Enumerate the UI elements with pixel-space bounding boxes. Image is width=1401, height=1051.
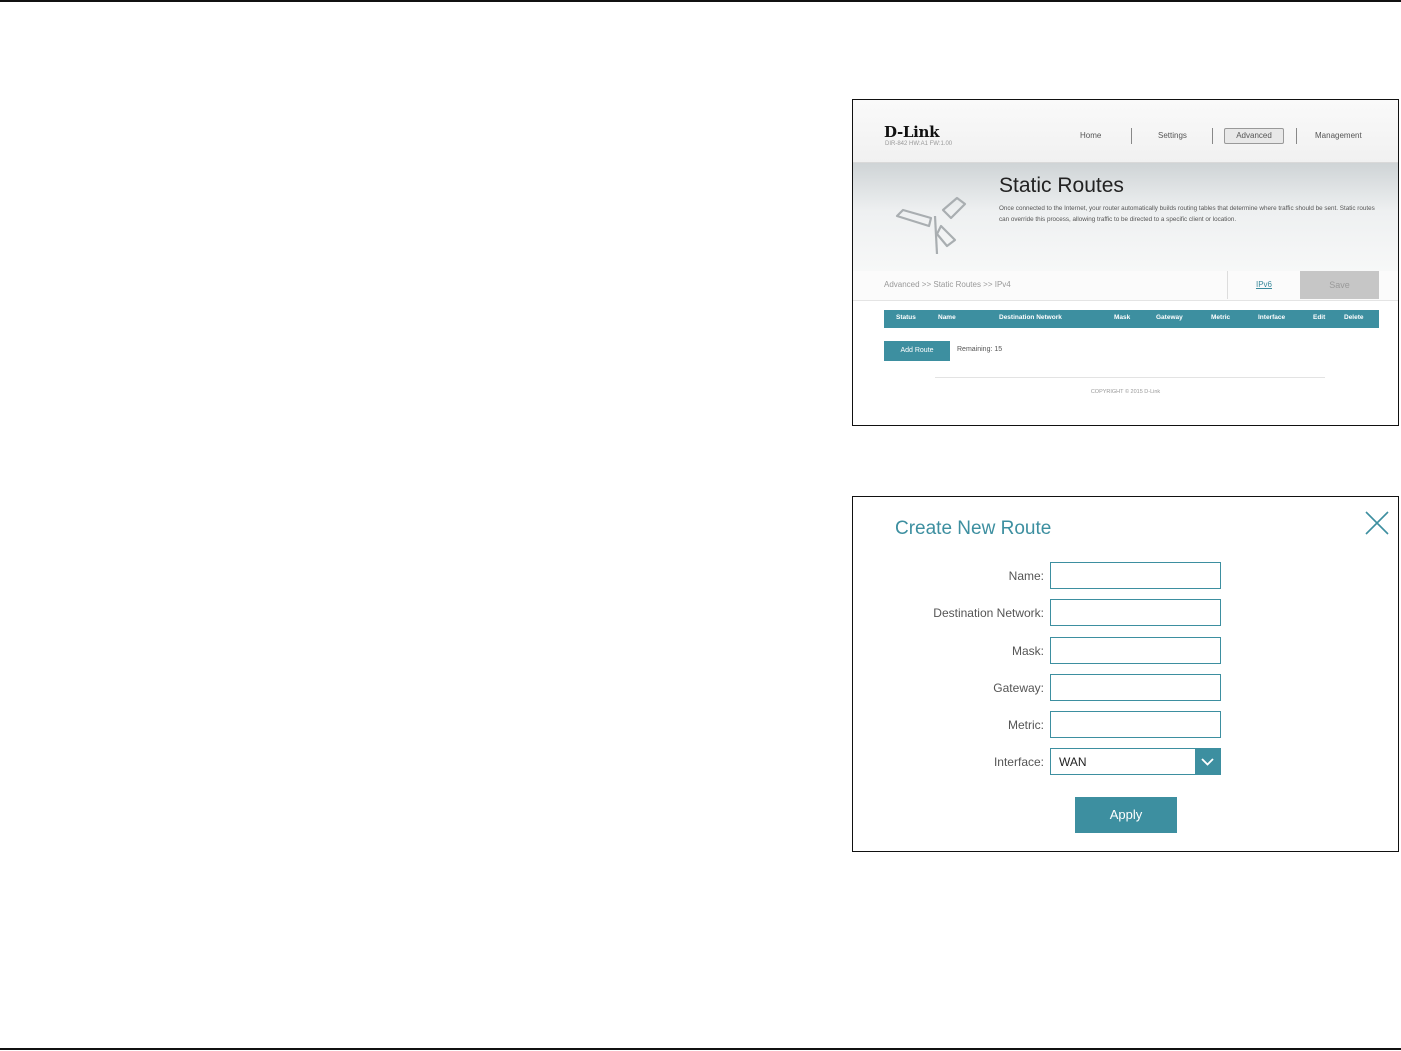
static-routes-screenshot: D-Link DIR-842 HW:A1 FW:1.00 Home Settin… bbox=[852, 99, 1399, 426]
nav-settings[interactable]: Settings bbox=[1158, 131, 1187, 140]
dialog-title: Create New Route bbox=[895, 518, 1052, 539]
create-route-dialog: Create New Route Name: Destination Netwo… bbox=[852, 496, 1399, 852]
remaining-count: Remaining: 15 bbox=[957, 346, 1003, 353]
nav-divider bbox=[1212, 128, 1213, 144]
copyright-text: COPYRIGHT © 2015 D-Link bbox=[1090, 389, 1161, 395]
save-button[interactable]: Save bbox=[1300, 271, 1379, 299]
metric-input[interactable] bbox=[1050, 711, 1221, 738]
mask-label: Mask: bbox=[1011, 644, 1044, 658]
page-description: Once connected to the Internet, your rou… bbox=[999, 205, 1375, 223]
nav-home[interactable]: Home bbox=[1080, 131, 1101, 140]
apply-button[interactable]: Apply bbox=[1075, 797, 1177, 833]
col-metric: Metric bbox=[1211, 314, 1231, 321]
close-icon[interactable] bbox=[1364, 510, 1390, 536]
mask-input[interactable] bbox=[1050, 637, 1221, 664]
model-info: DIR-842 HW:A1 FW:1.00 bbox=[885, 141, 953, 147]
gateway-label: Gateway: bbox=[993, 681, 1044, 695]
router-header: D-Link DIR-842 HW:A1 FW:1.00 Home Settin… bbox=[853, 100, 1398, 163]
col-edit: Edit bbox=[1313, 314, 1326, 321]
metric-label: Metric: bbox=[1008, 718, 1044, 732]
dlink-logo: D-Link bbox=[884, 123, 940, 141]
add-route-button[interactable]: Add Route bbox=[884, 341, 950, 361]
page-top-rule bbox=[0, 0, 1401, 2]
routes-table-header: Status Name Destination Network Mask Gat… bbox=[884, 310, 1379, 328]
col-mask: Mask bbox=[1114, 314, 1131, 321]
chevron-down-icon bbox=[1201, 758, 1214, 766]
destination-network-label: Destination Network: bbox=[933, 606, 1044, 620]
name-input[interactable] bbox=[1050, 562, 1221, 589]
nav-advanced[interactable]: Advanced bbox=[1224, 128, 1284, 144]
col-gateway: Gateway bbox=[1156, 314, 1183, 321]
ipv6-link[interactable]: IPv6 bbox=[1227, 271, 1300, 299]
col-status: Status bbox=[896, 314, 916, 321]
dropdown-toggle[interactable] bbox=[1195, 749, 1220, 774]
footer-divider bbox=[935, 377, 1325, 378]
page-bottom-rule bbox=[0, 1048, 1401, 1050]
interface-label: Interface: bbox=[993, 755, 1044, 769]
breadcrumb: Advanced >> Static Routes >> IPv4 bbox=[884, 280, 1011, 289]
col-interface: Interface bbox=[1258, 314, 1286, 321]
signpost-icon bbox=[895, 196, 967, 255]
nav-management[interactable]: Management bbox=[1315, 131, 1362, 140]
page-title: Static Routes bbox=[999, 174, 1124, 197]
destination-network-input[interactable] bbox=[1050, 599, 1221, 626]
nav-divider bbox=[1131, 128, 1132, 144]
col-destination-network: Destination Network bbox=[999, 314, 1062, 321]
col-delete: Delete bbox=[1344, 314, 1364, 321]
gateway-input[interactable] bbox=[1050, 674, 1221, 701]
col-name: Name bbox=[938, 314, 956, 321]
name-label: Name: bbox=[1008, 569, 1044, 583]
interface-select[interactable]: WAN bbox=[1050, 748, 1221, 775]
interface-selected-value: WAN bbox=[1059, 755, 1087, 769]
nav-divider bbox=[1296, 128, 1297, 144]
